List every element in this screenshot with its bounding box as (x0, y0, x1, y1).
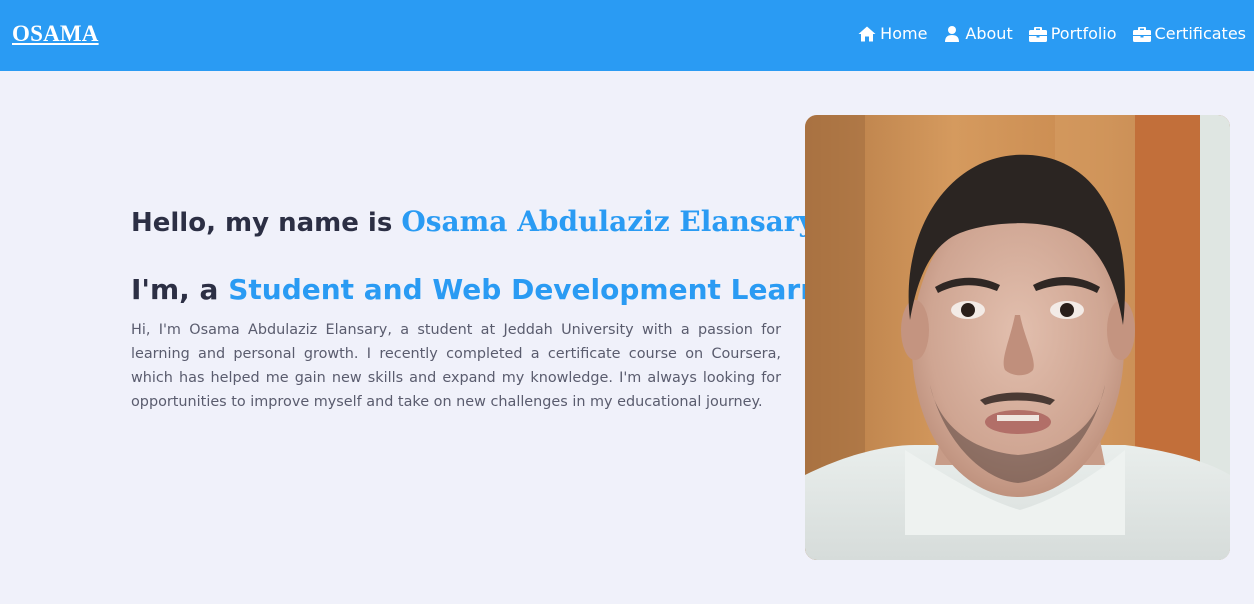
nav-link-certificates[interactable]: Certificates (1132, 24, 1246, 43)
nav-label-certificates: Certificates (1154, 24, 1246, 43)
nav-link-home[interactable]: Home (858, 24, 927, 43)
logo-link[interactable]: OSAMA (12, 21, 99, 47)
nav-menu: Home About Portfolio Certificates (858, 24, 1246, 43)
profile-photo (805, 115, 1230, 560)
nav-label-home: Home (880, 24, 928, 43)
nav-label-about: About (965, 24, 1013, 43)
hero-section: Hello, my name is Osama Abdulaziz Elansa… (131, 202, 853, 414)
bio-paragraph: Hi, I'm Osama Abdulaziz Elansary, a stud… (131, 322, 781, 410)
nav-link-portfolio[interactable]: Portfolio (1028, 24, 1117, 43)
briefcase-icon (1028, 26, 1047, 42)
role-prefix: I'm, a (131, 273, 229, 306)
navbar: OSAMA Home About Portfolio Certificates (0, 0, 1254, 71)
briefcase-icon (1132, 26, 1151, 42)
home-icon (858, 26, 876, 42)
hero-name: Osama Abdulaziz Elansary (401, 205, 815, 238)
greeting-heading: Hello, my name is Osama Abdulaziz Elansa… (131, 202, 815, 243)
role-title: Student and Web Development Learner (228, 273, 853, 306)
greeting-prefix: Hello, my name is (131, 208, 402, 238)
user-icon (943, 25, 961, 42)
nav-link-about[interactable]: About (943, 24, 1013, 43)
role-heading: I'm, a Student and Web Development Learn… (131, 271, 853, 309)
nav-label-portfolio: Portfolio (1050, 24, 1117, 43)
